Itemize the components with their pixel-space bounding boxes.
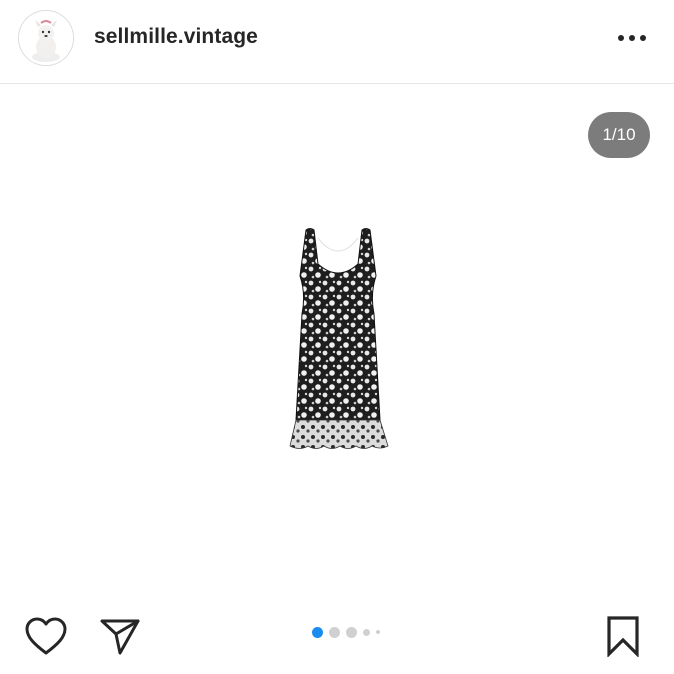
share-button[interactable] [96,612,144,660]
more-options-icon [618,35,646,41]
carousel-indicator [312,626,380,638]
carousel-dot [376,630,380,634]
carousel-dot [363,628,370,636]
carousel-dot [346,626,357,638]
send-paper-plane-icon [100,619,140,655]
profile-avatar[interactable] [18,10,74,66]
like-button[interactable] [22,612,70,660]
carousel-dot [329,626,340,638]
username[interactable]: sellmille.vintage [94,25,258,49]
more-options-button[interactable] [610,24,654,52]
post-header: sellmille.vintage [0,0,674,84]
save-button[interactable] [600,612,646,660]
bookmark-icon [607,616,639,657]
carousel-counter: 1/10 [588,112,650,158]
carousel-dot-active [312,626,323,638]
heart-icon [25,617,67,655]
dog-avatar-icon [19,11,73,65]
floral-dress-image [289,228,389,449]
